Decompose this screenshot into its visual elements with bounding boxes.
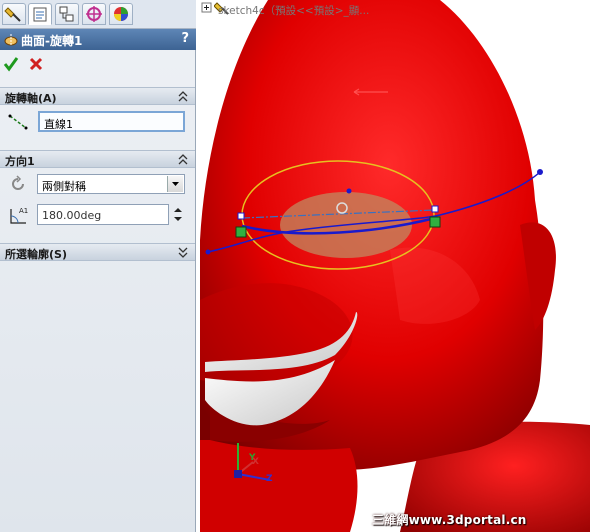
contours-section-label: 所選輪廓(S) [5,248,67,261]
axis-section-header[interactable]: 旋轉軸(A) [0,87,195,105]
display-manager-tab[interactable] [109,3,133,25]
crosshair-icon [86,6,102,22]
axis-selection-value: 直線1 [44,118,73,131]
color-wheel-icon [114,7,128,21]
dimxpert-manager-tab[interactable] [82,3,106,25]
angle-icon: A1 [10,207,28,224]
angle-value: 180.00deg [42,209,102,222]
direction-section-label: 方向1 [5,155,35,168]
collapse-chevron-icon[interactable] [177,89,189,103]
contours-section-header[interactable]: 所選輪廓(S) [0,243,195,261]
angle-spinner[interactable] [171,204,185,225]
feature-header: 曲面-旋轉1 ? [0,29,196,50]
property-manager-tab[interactable] [28,3,52,25]
axis-selection-box[interactable]: 直線1 [38,111,185,132]
angle-input[interactable]: 180.00deg [37,204,169,225]
expand-tree-icon[interactable] [201,2,215,16]
triad-z-label: Z [266,474,273,484]
feature-manager-tab[interactable] [2,3,26,25]
spin-down-icon [174,217,182,221]
flyout-tree-item[interactable]: sketch4c（預設<<預設>_顯... [218,3,369,18]
reverse-direction-icon[interactable] [8,174,28,194]
property-sheet-icon [33,7,47,22]
spin-up-icon [174,208,182,212]
property-manager-panel: 曲面-旋轉1 ? 旋轉軸(A) 直線1 方向1 兩側對稱 A1 180.00de… [0,0,196,532]
revolve-type-select[interactable]: 兩側對稱 [37,174,185,194]
endpoint-handle-right [429,216,441,228]
dropdown-arrow-icon[interactable] [167,176,183,192]
direction-section-header[interactable]: 方向1 [0,150,195,168]
manager-tabs [0,0,196,29]
axis-line-icon [8,114,28,130]
configuration-icon [59,6,74,22]
cancel-x-icon[interactable] [28,56,44,72]
endpoint-handle-left [235,226,247,238]
axis-section-label: 旋轉軸(A) [5,92,57,105]
collapse-chevron-icon[interactable] [177,152,189,166]
feature-title: 曲面-旋轉1 [21,34,83,48]
revolve-surface-icon [4,34,18,46]
svg-text:A1: A1 [19,207,28,215]
help-button[interactable]: ? [181,31,189,46]
triad-x-label: X [252,457,259,467]
expand-chevron-icon[interactable] [177,245,189,259]
revolve-type-value: 兩側對稱 [42,180,86,193]
ok-checkmark-icon[interactable] [3,56,19,72]
watermark-text: 三維網www.3dportal.cn [372,513,527,527]
configuration-manager-tab[interactable] [55,3,79,25]
chin-shape [200,440,358,532]
feature-tree-icon [4,7,21,22]
